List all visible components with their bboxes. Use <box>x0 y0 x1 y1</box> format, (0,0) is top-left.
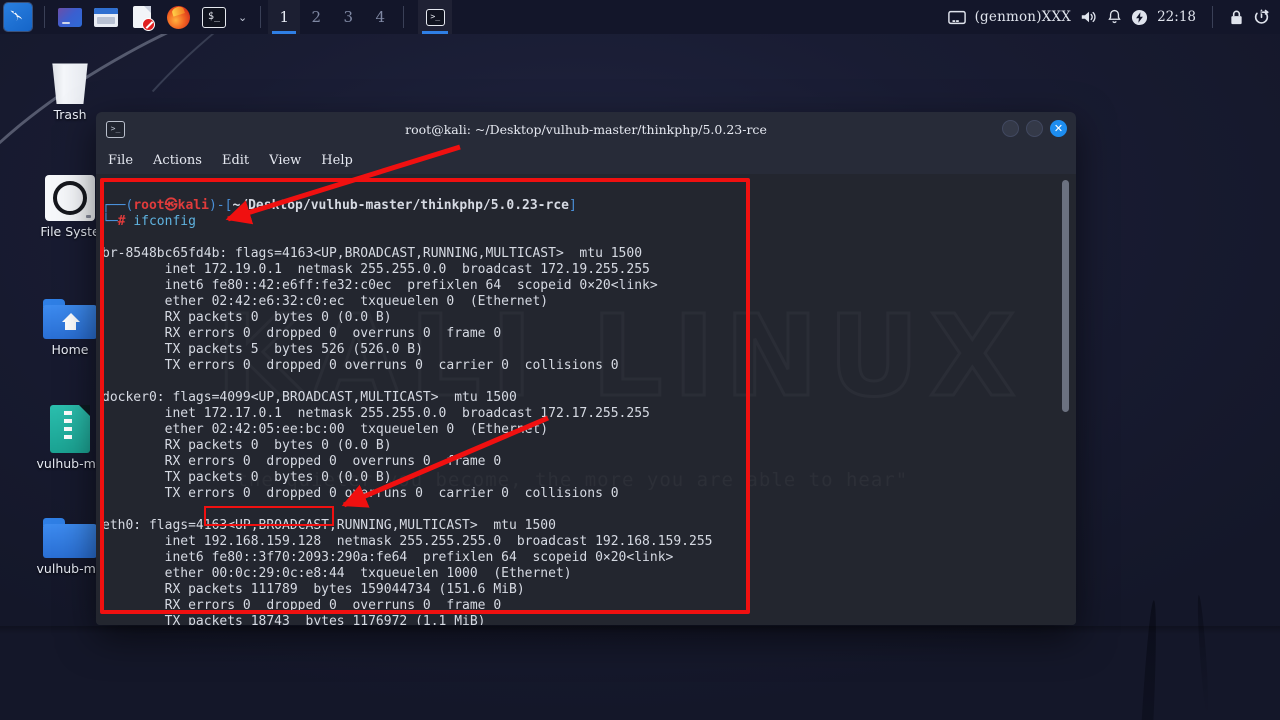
prompt-line-2: └─# ifconfig <box>102 214 196 229</box>
workspace-2[interactable]: 2 <box>300 0 332 34</box>
terminal-text: ┌──(root㉿kali)-[~/Desktop/vulhub-master/… <box>96 174 1076 625</box>
top-panel[interactable]: $_ ⌄ 1 2 3 4 >_ (genmon)XXX 22:18 <box>0 0 1280 34</box>
document-forbidden-icon <box>133 6 155 31</box>
menu-file[interactable]: File <box>108 153 133 168</box>
launcher-file-browser[interactable] <box>55 4 85 30</box>
terminal-output-area[interactable]: KALI LINUX "the quieter you become, the … <box>96 174 1076 625</box>
minimize-button[interactable] <box>1002 120 1019 137</box>
close-button[interactable]: ✕ <box>1050 120 1067 137</box>
workspace-switcher[interactable]: 1 2 3 4 <box>268 0 396 34</box>
menu-edit[interactable]: Edit <box>222 153 249 168</box>
panel-separator-4 <box>1212 6 1213 28</box>
terminal-scrollbar[interactable] <box>1061 180 1070 620</box>
menu-actions[interactable]: Actions <box>153 153 202 168</box>
scrollbar-thumb[interactable] <box>1062 180 1069 412</box>
folder-icon <box>94 7 118 27</box>
workspace-4[interactable]: 4 <box>364 0 396 34</box>
lock-icon[interactable] <box>1229 9 1244 26</box>
network-monitor-icon[interactable] <box>947 10 966 25</box>
panel-separator-3 <box>403 6 405 28</box>
chevron-down-icon[interactable]: ⌄ <box>232 11 253 24</box>
firefox-icon <box>166 5 190 29</box>
output-block: br-8548bc65fd4b: flags=4163<UP,BROADCAST… <box>102 246 713 625</box>
terminal-window[interactable]: >_ root@kali: ~/Desktop/vulhub-master/th… <box>96 112 1076 625</box>
speaker-icon[interactable] <box>1080 9 1098 25</box>
launcher-firefox[interactable] <box>163 4 193 30</box>
wallpaper-dragon-tail-2 <box>1195 594 1211 716</box>
window-controls[interactable]: ✕ <box>1002 120 1067 137</box>
bell-icon[interactable] <box>1107 9 1122 25</box>
panel-separator-2 <box>260 6 262 28</box>
menu-bar[interactable]: File Actions Edit View Help <box>96 146 1076 174</box>
clock-label[interactable]: 22:18 <box>1157 9 1196 25</box>
taskbar-window-terminal[interactable]: >_ <box>418 0 453 34</box>
launcher-folder[interactable] <box>91 4 121 30</box>
menu-view[interactable]: View <box>269 153 301 168</box>
workspace-1[interactable]: 1 <box>268 0 301 34</box>
trash-icon <box>22 48 118 104</box>
menu-help[interactable]: Help <box>321 153 353 168</box>
power-icon[interactable] <box>1131 9 1148 26</box>
genmon-label[interactable]: (genmon)XXX <box>975 9 1072 25</box>
kali-dragon-icon[interactable] <box>4 3 32 31</box>
workspace-3[interactable]: 3 <box>332 0 364 34</box>
launcher-terminal[interactable]: $_ <box>199 4 229 30</box>
window-terminal-icon: >_ <box>106 120 125 138</box>
maximize-button[interactable] <box>1026 120 1043 137</box>
panel-separator-1 <box>44 6 45 28</box>
title-bar[interactable]: >_ root@kali: ~/Desktop/vulhub-master/th… <box>96 112 1076 146</box>
system-tray[interactable]: (genmon)XXX 22:18 <box>947 6 1280 28</box>
file-browser-icon <box>58 7 82 27</box>
launcher-document[interactable] <box>127 4 157 31</box>
logout-icon[interactable] <box>1253 9 1270 26</box>
terminal-icon: >_ <box>425 8 445 26</box>
prompt-line-1: ┌──(root㉿kali)-[~/Desktop/vulhub-master/… <box>102 198 577 213</box>
wallpaper-dragon-tail <box>1132 599 1160 720</box>
desktop-shadow-strip <box>0 626 1280 634</box>
terminal-icon: $_ <box>202 6 226 28</box>
window-title: root@kali: ~/Desktop/vulhub-master/think… <box>405 121 767 137</box>
